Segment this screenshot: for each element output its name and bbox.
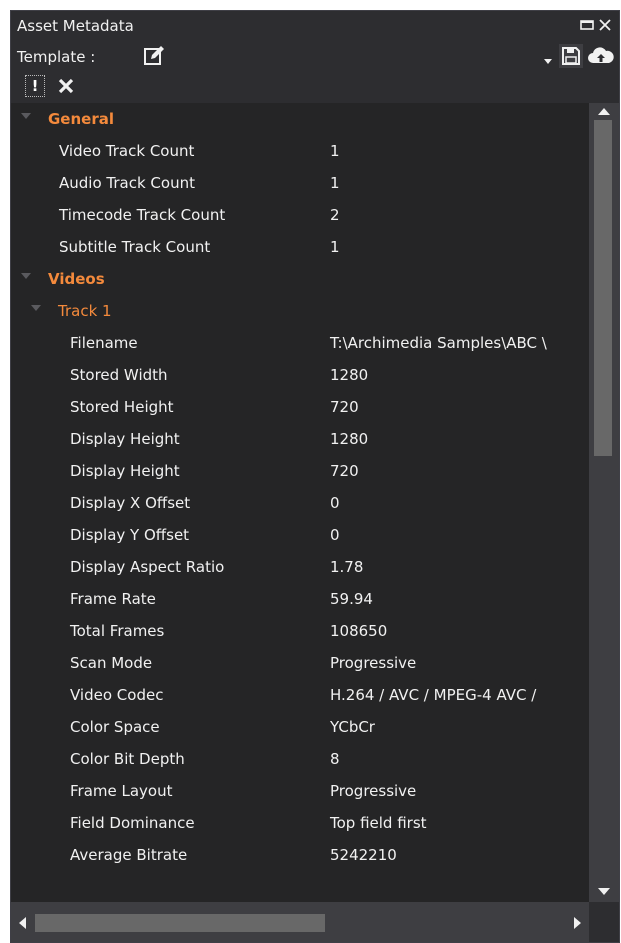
property-value: 5242210 <box>330 846 397 864</box>
property-value: 0 <box>330 494 340 512</box>
vertical-scrollbar[interactable] <box>589 103 619 902</box>
metadata-tree: General Video Track Count 1 Audio Track C… <box>11 103 589 902</box>
property-value: 8 <box>330 750 340 768</box>
property-value: 108650 <box>330 622 388 640</box>
property-row[interactable]: Video Codec H.264 / AVC / MPEG-4 AVC / <box>11 679 589 711</box>
asset-metadata-panel: Asset Metadata Template : ! General Vide… <box>10 10 620 943</box>
property-row[interactable]: Frame Layout Progressive <box>11 775 589 807</box>
property-label: Average Bitrate <box>70 846 188 864</box>
template-dropdown-chevron-icon[interactable] <box>543 50 553 69</box>
save-template-icon[interactable] <box>559 44 583 68</box>
property-label: Color Space <box>70 718 160 736</box>
property-value: Top field first <box>330 814 427 832</box>
property-row[interactable]: Field Dominance Top field first <box>11 807 589 839</box>
expand-arrow-icon[interactable] <box>31 305 41 311</box>
property-value: 720 <box>330 398 359 416</box>
property-value: 1280 <box>330 430 369 448</box>
property-label: Scan Mode <box>70 654 153 672</box>
property-label: Stored Width <box>70 366 168 384</box>
horizontal-scroll-thumb[interactable] <box>35 914 325 932</box>
property-label: Filename <box>70 334 138 352</box>
scroll-up-arrow-icon[interactable] <box>598 108 610 115</box>
property-row[interactable]: Color Space YCbCr <box>11 711 589 743</box>
property-label: Video Track Count <box>59 142 195 160</box>
property-value: Progressive <box>330 654 417 672</box>
edit-template-icon[interactable] <box>143 45 165 67</box>
template-toolbar: Template : <box>11 41 619 71</box>
property-row[interactable]: Color Bit Depth 8 <box>11 743 589 775</box>
template-label: Template : <box>17 48 96 66</box>
actions-toolbar: ! <box>11 71 619 101</box>
property-value: 2 <box>330 206 340 224</box>
property-value: 1 <box>330 142 340 160</box>
property-label: Total Frames <box>70 622 165 640</box>
property-row[interactable]: Display X Offset 0 <box>11 487 589 519</box>
property-value: 1.78 <box>330 558 364 576</box>
vertical-scroll-thumb[interactable] <box>594 120 612 456</box>
property-row[interactable]: Scan Mode Progressive <box>11 647 589 679</box>
property-value: 0 <box>330 526 340 544</box>
property-label: Display Y Offset <box>70 526 190 544</box>
expand-arrow-icon[interactable] <box>21 113 31 119</box>
property-label: Frame Layout <box>70 782 173 800</box>
property-value: 59.94 <box>330 590 373 608</box>
property-value: 1 <box>330 238 340 256</box>
clear-x-icon[interactable] <box>55 75 77 97</box>
property-label: Stored Height <box>70 398 174 416</box>
property-label: Field Dominance <box>70 814 195 832</box>
property-value: Progressive <box>330 782 417 800</box>
panel-titlebar: Asset Metadata <box>11 11 619 41</box>
property-row[interactable]: Filename T:\Archimedia Samples\ABC \ <box>11 327 589 359</box>
property-value: T:\Archimedia Samples\ABC \ <box>330 334 547 352</box>
expand-arrow-icon[interactable] <box>21 273 31 279</box>
upload-cloud-icon[interactable] <box>587 44 615 68</box>
property-row[interactable]: Subtitle Track Count 1 <box>11 231 589 263</box>
subsection-track-1[interactable]: Track 1 <box>11 295 589 327</box>
scroll-down-arrow-icon[interactable] <box>598 888 610 895</box>
section-label: Videos <box>48 270 105 288</box>
property-row[interactable]: Total Frames 108650 <box>11 615 589 647</box>
property-row[interactable]: Average Bitrate 5242210 <box>11 839 589 871</box>
property-row[interactable]: Display Aspect Ratio 1.78 <box>11 551 589 583</box>
property-row[interactable]: Timecode Track Count 2 <box>11 199 589 231</box>
property-label: Display Height <box>70 462 180 480</box>
section-videos[interactable]: Videos <box>11 263 589 295</box>
maximize-icon[interactable] <box>579 16 595 34</box>
property-label: Subtitle Track Count <box>59 238 211 256</box>
property-value: YCbCr <box>330 718 375 736</box>
property-label: Color Bit Depth <box>70 750 185 768</box>
property-row[interactable]: Frame Rate 59.94 <box>11 583 589 615</box>
property-value: H.264 / AVC / MPEG-4 AVC / <box>330 686 537 704</box>
property-label: Display X Offset <box>70 494 191 512</box>
property-row[interactable]: Display Y Offset 0 <box>11 519 589 551</box>
property-row[interactable]: Stored Height 720 <box>11 391 589 423</box>
section-label: General <box>48 110 114 128</box>
scroll-right-arrow-icon[interactable] <box>574 917 581 929</box>
exclamation-icon[interactable]: ! <box>25 75 45 97</box>
panel-title: Asset Metadata <box>17 17 134 35</box>
subsection-label: Track 1 <box>58 302 112 320</box>
property-value: 720 <box>330 462 359 480</box>
property-row[interactable]: Display Height 1280 <box>11 423 589 455</box>
property-row[interactable]: Display Height 720 <box>11 455 589 487</box>
property-label: Audio Track Count <box>59 174 195 192</box>
horizontal-scrollbar[interactable] <box>11 902 589 942</box>
property-row[interactable]: Stored Width 1280 <box>11 359 589 391</box>
property-row[interactable]: Audio Track Count 1 <box>11 167 589 199</box>
property-row[interactable]: Video Track Count 1 <box>11 135 589 167</box>
property-label: Video Codec <box>70 686 164 704</box>
property-value: 1 <box>330 174 340 192</box>
property-label: Frame Rate <box>70 590 156 608</box>
property-label: Display Aspect Ratio <box>70 558 225 576</box>
section-general[interactable]: General <box>11 103 589 135</box>
property-label: Display Height <box>70 430 180 448</box>
scrollbar-corner <box>589 902 619 942</box>
property-value: 1280 <box>330 366 369 384</box>
close-icon[interactable] <box>597 16 613 34</box>
scroll-left-arrow-icon[interactable] <box>19 917 26 929</box>
property-label: Timecode Track Count <box>59 206 226 224</box>
